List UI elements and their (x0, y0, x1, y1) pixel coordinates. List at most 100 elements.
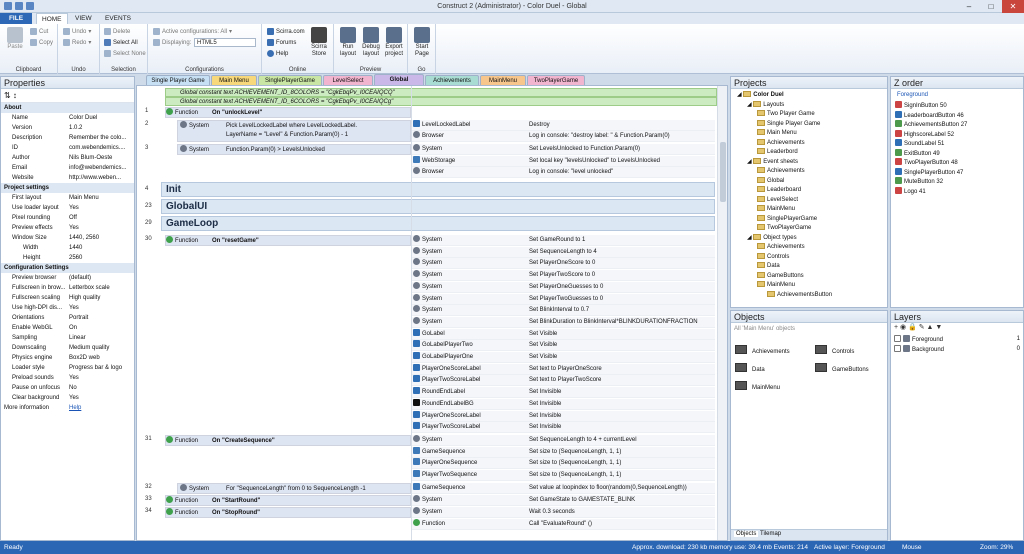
objects-tab[interactable]: Tilemap (760, 531, 781, 537)
action-row[interactable]: GameSequence Set value at loopindex to fl… (411, 483, 715, 494)
property-row[interactable]: Email info@webendemics... (1, 163, 134, 173)
action-row[interactable]: Browser Log in console: "destroy label: "… (411, 131, 715, 142)
property-row[interactable]: Version 1.0.2 (1, 123, 134, 133)
property-row[interactable]: Width 1440 (1, 243, 134, 253)
action-row[interactable]: Browser Log in console: "level unlocked" (411, 167, 715, 178)
event-group-gameloop[interactable]: GameLoop (161, 216, 715, 231)
action-row[interactable]: GoLabelPlayerTwo Set Visible (411, 340, 715, 352)
property-value[interactable]: Main Menu (69, 193, 133, 203)
project-item[interactable]: ◢ Event sheets (747, 157, 798, 168)
run-layout-button[interactable]: Run layout (336, 27, 360, 58)
tab-view[interactable]: VIEW (70, 13, 97, 24)
help-link[interactable]: Help (69, 403, 133, 413)
doc-tab-global[interactable]: Global (374, 74, 424, 85)
property-row[interactable]: Preview effects Yes (1, 223, 134, 233)
property-value[interactable]: Remember the colo... (69, 133, 133, 143)
property-value[interactable]: On (69, 323, 133, 333)
action-row[interactable]: System Set PlayerOneScore to 0 (411, 258, 715, 270)
event-group-globalui[interactable]: GlobalUI (161, 199, 715, 214)
action-row[interactable]: RoundEndLabelBG Set Invisible (411, 398, 715, 410)
action-row[interactable]: GameSequence Set size to (SequenceLength,… (411, 446, 715, 458)
project-item[interactable]: Achievements (757, 167, 805, 177)
doc-tab-single-player-game[interactable]: Single Player Game (146, 75, 210, 85)
event-condition[interactable]: Function On "unlockLevel" (165, 107, 411, 118)
project-item[interactable]: Global (757, 176, 784, 187)
delete-button[interactable]: Delete (104, 28, 130, 35)
property-value[interactable]: 2560 (69, 253, 133, 263)
doc-tab-singleplayergame[interactable]: SinglePlayerGame (258, 75, 322, 85)
object-folder[interactable]: GameButtons (815, 363, 869, 376)
property-row[interactable]: Preload sounds Yes (1, 373, 134, 383)
doc-tab-levelselect[interactable]: LevelSelect (323, 75, 373, 85)
property-value[interactable]: http://www.weben... (69, 173, 133, 183)
action-row[interactable]: PlayerTwoScoreLabel Set Invisible (411, 422, 715, 434)
property-value[interactable]: Linear (69, 333, 133, 343)
debug-layout-button[interactable]: Debug layout (359, 27, 383, 58)
property-row[interactable]: ID com.webendemics.... (1, 143, 134, 153)
select-all-button[interactable]: Select All (104, 39, 138, 46)
action-row[interactable]: PlayerTwoSequence Set size to (SequenceLe… (411, 470, 715, 482)
event-condition[interactable]: Function On "resetGame" (165, 235, 411, 246)
export-project-button[interactable]: Export project (382, 27, 406, 58)
property-row[interactable]: Window Size 1440, 2560 (1, 233, 134, 243)
project-item[interactable]: Achievements (757, 243, 805, 253)
property-row[interactable]: Author Nils Blum-Oeste (1, 153, 134, 163)
project-item[interactable]: ◢ Object types (747, 233, 797, 244)
property-value[interactable]: No (69, 383, 133, 393)
save-icon[interactable] (15, 2, 23, 10)
project-item[interactable]: Single Player Game (757, 119, 820, 130)
event-sheet-scrollbar[interactable] (717, 86, 727, 540)
undo-icon[interactable] (26, 2, 34, 10)
property-value[interactable]: 1440 (69, 243, 133, 253)
property-row[interactable]: Name Color Duel (1, 113, 134, 123)
event-sheet[interactable]: Global constant text ACHIEVEMENT_ID_8COL… (136, 85, 728, 541)
tab-events[interactable]: EVENTS (100, 13, 136, 24)
global-constant[interactable]: Global constant text ACHIEVEMENT_ID_8COL… (165, 88, 717, 97)
paste-button[interactable]: Paste (3, 27, 27, 51)
action-row[interactable]: System Set SequenceLength to 4 (411, 246, 715, 258)
quick-access-toolbar[interactable] (4, 2, 34, 10)
property-value[interactable]: com.webendemics.... (69, 143, 133, 153)
object-folder[interactable]: Achievements (735, 345, 790, 358)
property-value[interactable]: Portrait (69, 313, 133, 323)
properties-toolbar[interactable]: ⇅ ↕ (1, 89, 134, 103)
property-value[interactable]: Color Duel (69, 113, 133, 123)
event-condition[interactable]: Function On "StartRound" (165, 495, 411, 506)
property-value[interactable]: info@webendemics... (69, 163, 133, 173)
action-row[interactable]: System Set PlayerOneGuesses to 0 (411, 281, 715, 293)
property-row[interactable]: Preview browser (default) (1, 273, 134, 283)
maximize-button[interactable]: □ (980, 0, 1002, 13)
event-condition[interactable]: System Pick LevelLockedLabel where LevelL… (177, 120, 411, 142)
project-item[interactable]: Data (757, 262, 780, 272)
object-folder[interactable]: Controls (815, 345, 854, 358)
global-constant[interactable]: Global constant text ACHIEVEMENT_ID_6COL… (165, 97, 717, 106)
property-value[interactable]: Yes (69, 303, 133, 313)
project-item[interactable]: SinglePlayerGame (757, 214, 817, 225)
action-row[interactable]: Function Call "EvaluateRound" () (411, 519, 715, 530)
property-row[interactable]: Pause on unfocus No (1, 383, 134, 393)
action-row[interactable]: PlayerOneScoreLabel Set Invisible (411, 410, 715, 422)
action-row[interactable]: GoLabel Set Visible (411, 328, 715, 340)
action-row[interactable]: RoundEndLabel Set Invisible (411, 387, 715, 399)
property-row[interactable]: Fullscreen in brow... Letterbox scale (1, 283, 134, 293)
project-item[interactable]: Controls (757, 252, 789, 263)
layer-item[interactable]: Background 0 (894, 345, 1020, 356)
layer-item[interactable]: Foreground 1 (894, 335, 1020, 346)
property-row[interactable]: Height 2560 (1, 253, 134, 263)
scirra-com-link[interactable]: Scirra.com (267, 28, 305, 35)
project-item[interactable]: Achievements (757, 138, 805, 149)
action-row[interactable]: System Set BlinkDuration to BlinkInterval… (411, 316, 715, 328)
project-item[interactable]: Leaderbord (757, 148, 798, 158)
event-condition[interactable]: System For "SequenceLength" from 0 to Seq… (177, 483, 411, 494)
property-row[interactable]: More information Help (1, 403, 134, 413)
layers-toolbar[interactable]: + ◉ 🔒 ✎ ▲ ▼ (891, 323, 1023, 333)
action-row[interactable]: System Set LevelsUnlocked to Function.Par… (411, 144, 715, 155)
doc-tab-main-menu[interactable]: Main Menu (211, 75, 257, 85)
project-item[interactable]: MainMenu (757, 281, 795, 291)
forums-link[interactable]: Forums (267, 39, 296, 46)
action-row[interactable]: System Set PlayerTwoGuesses to 0 (411, 293, 715, 305)
help-link[interactable]: Help (267, 50, 288, 57)
tab-file[interactable]: FILE (0, 13, 32, 24)
start-page-button[interactable]: Start Page (410, 27, 434, 58)
property-row[interactable]: Sampling Linear (1, 333, 134, 343)
